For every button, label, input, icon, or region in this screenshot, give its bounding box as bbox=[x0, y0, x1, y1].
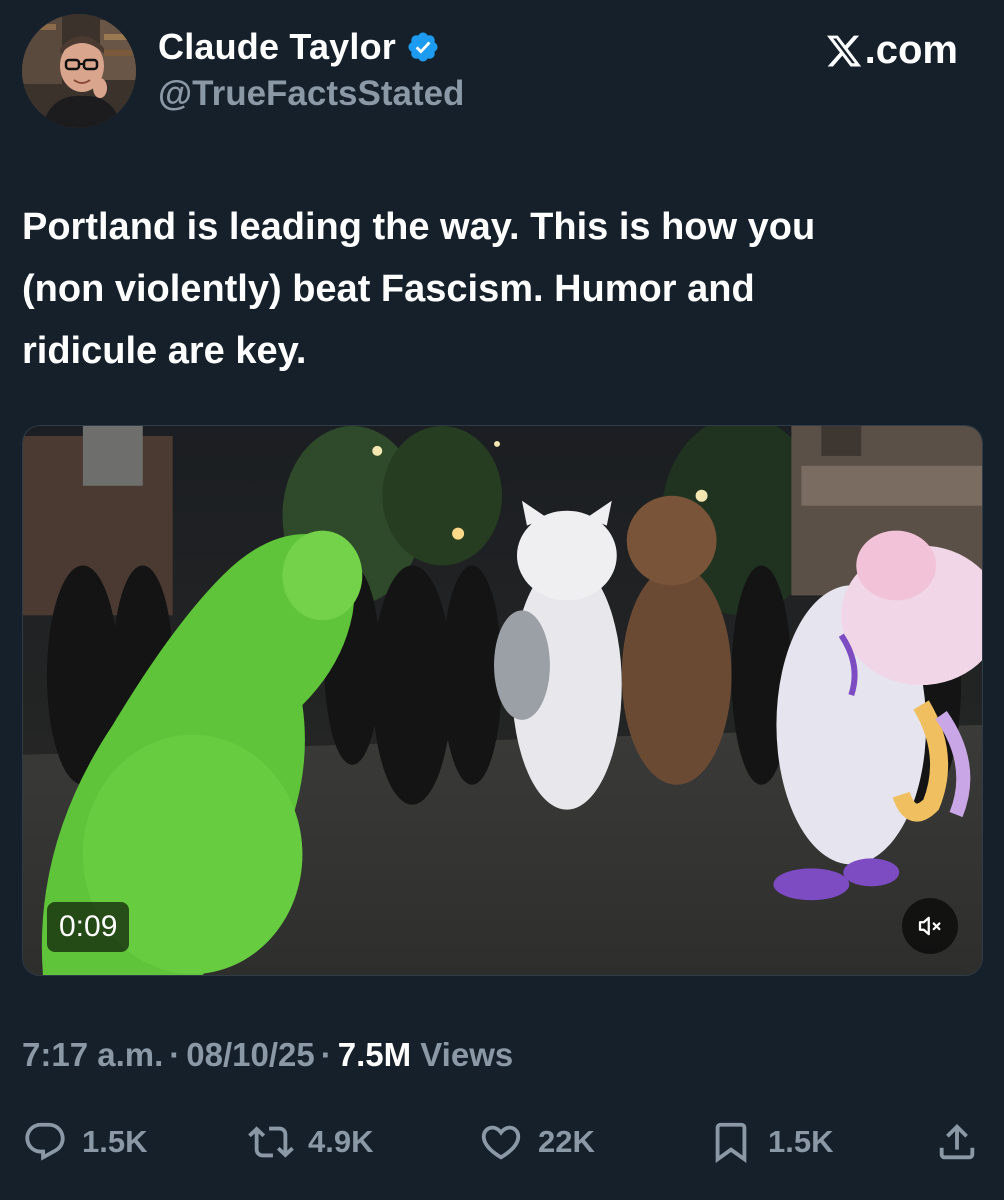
share-button[interactable] bbox=[934, 1112, 980, 1172]
author-display-name[interactable]: Claude Taylor bbox=[158, 26, 396, 68]
like-count: 22K bbox=[538, 1124, 595, 1159]
tweet-header: Claude Taylor @TrueFactsStated .com bbox=[22, 14, 982, 134]
tweet-text-line: (non violently) beat Fascism. Humor and bbox=[22, 268, 755, 310]
tweet-text-line: ridicule are key. bbox=[22, 330, 307, 372]
repost-count: 4.9K bbox=[308, 1124, 374, 1159]
reply-button[interactable]: 1.5K bbox=[22, 1112, 147, 1172]
reply-count: 1.5K bbox=[82, 1124, 148, 1159]
share-icon bbox=[939, 1123, 975, 1160]
meta-separator: · bbox=[320, 1036, 332, 1073]
like-button[interactable]: 22K bbox=[478, 1112, 595, 1172]
reply-icon bbox=[25, 1122, 65, 1161]
tweet-text: Portland is leading the way. This is how… bbox=[22, 196, 982, 382]
bookmark-count: 1.5K bbox=[768, 1124, 834, 1159]
author-avatar[interactable] bbox=[22, 14, 136, 128]
video-frame bbox=[23, 426, 982, 975]
mute-toggle-button[interactable] bbox=[902, 898, 958, 954]
tweet-meta: 7:17 a.m. · 08/10/25 · 7.5M Views bbox=[22, 1036, 513, 1074]
author-names: Claude Taylor @TrueFactsStated bbox=[158, 26, 464, 114]
repost-icon bbox=[248, 1126, 294, 1158]
verified-badge-icon[interactable] bbox=[406, 30, 440, 64]
tweet-video[interactable]: 0:09 bbox=[22, 425, 983, 976]
bookmark-button[interactable]: 1.5K bbox=[708, 1112, 833, 1172]
tweet-time[interactable]: 7:17 a.m. bbox=[22, 1036, 163, 1073]
tweet-date[interactable]: 08/10/25 bbox=[186, 1036, 314, 1073]
views-count: 7.5M bbox=[337, 1036, 412, 1073]
tweet-text-line: Portland is leading the way. This is how… bbox=[22, 206, 816, 248]
meta-separator: · bbox=[169, 1036, 181, 1073]
heart-icon bbox=[481, 1125, 521, 1160]
speaker-muted-icon bbox=[918, 916, 941, 936]
x-logo-icon bbox=[825, 32, 863, 70]
video-duration-badge: 0:09 bbox=[47, 902, 130, 952]
repost-button[interactable]: 4.9K bbox=[248, 1112, 373, 1172]
brand-mark[interactable]: .com bbox=[825, 28, 958, 73]
display-name-row: Claude Taylor bbox=[158, 26, 464, 68]
tweet-action-bar: 1.5K 4.9K 22K 1.5K bbox=[22, 1112, 982, 1172]
bookmark-icon bbox=[715, 1122, 747, 1163]
brand-domain-label: .com bbox=[864, 28, 958, 72]
views-label: Views bbox=[420, 1036, 514, 1073]
author-handle[interactable]: @TrueFactsStated bbox=[158, 74, 464, 114]
avatar-photo-icon bbox=[22, 14, 136, 128]
